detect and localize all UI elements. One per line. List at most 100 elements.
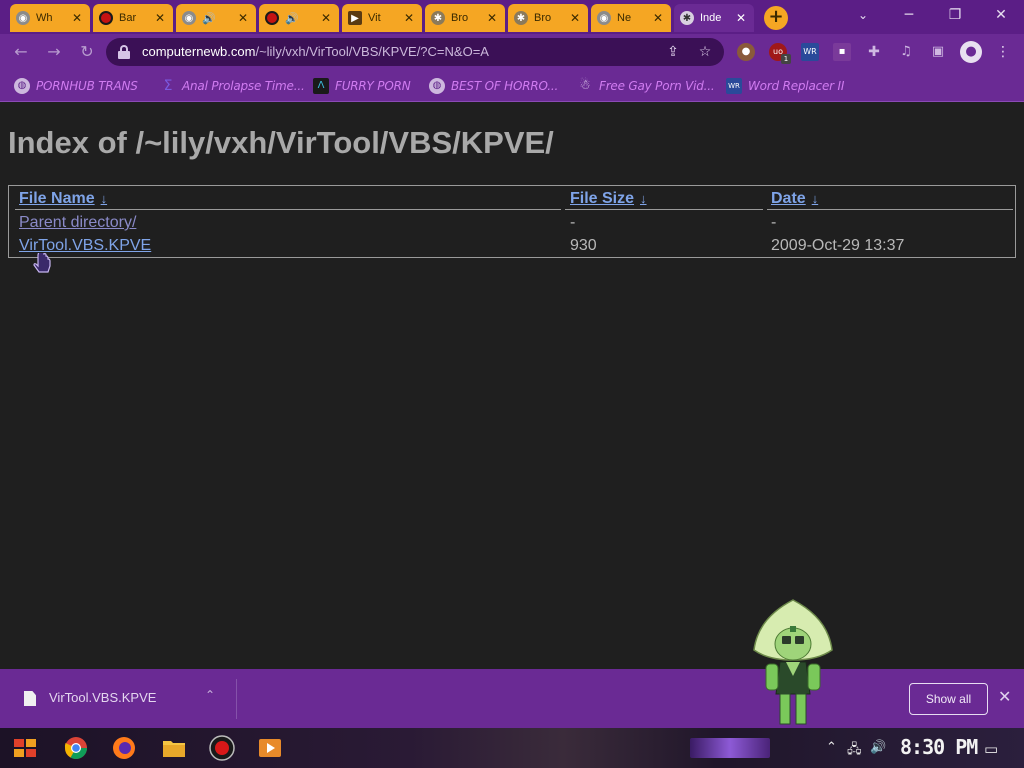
back-button[interactable]: ← xyxy=(10,41,32,63)
avatar-extension-icon[interactable]: ● xyxy=(737,43,755,61)
extension-icon[interactable]: ▪ xyxy=(833,43,851,61)
tab-7[interactable]: ✱ Bro ✕ xyxy=(508,4,588,32)
sort-arrow-icon: ↓ xyxy=(100,191,108,206)
bookmark-label: Anal Prolapse Time... xyxy=(182,79,305,93)
word-replacer-icon[interactable]: WR xyxy=(801,43,819,61)
reload-button[interactable]: ↻ xyxy=(76,41,98,63)
record-icon xyxy=(265,11,279,25)
play-icon: ▶ xyxy=(348,11,362,25)
close-icon[interactable]: ✕ xyxy=(319,11,333,25)
column-header-size[interactable]: File Size ↓ xyxy=(570,190,647,208)
globe-icon: ◍ xyxy=(429,78,445,94)
header-divider xyxy=(15,209,561,210)
bookmark-star-icon[interactable]: ☆ xyxy=(696,43,714,61)
tab-6[interactable]: ✱ Bro ✕ xyxy=(425,4,505,32)
browser-toolbar: ← → ↻ computernewb.com/~lily/vxh/VirTool… xyxy=(0,34,1024,70)
lock-icon[interactable] xyxy=(118,45,130,59)
restore-button[interactable]: ❐ xyxy=(932,4,978,26)
bookmark-label: Free Gay Porn Vid... xyxy=(599,79,715,93)
tab-title: Bro xyxy=(534,12,552,24)
chevron-up-icon[interactable]: ⌃ xyxy=(826,740,837,755)
close-icon[interactable]: ✕ xyxy=(568,11,582,25)
bookmark-label: PORNHUB TRANS xyxy=(36,79,138,93)
tab-title: Bar xyxy=(119,12,137,24)
forward-button[interactable]: → xyxy=(43,41,65,63)
close-icon[interactable]: ✕ xyxy=(70,11,84,25)
file-date-cell: 2009-Oct-29 13:37 xyxy=(771,237,905,254)
side-panel-icon[interactable]: ▣ xyxy=(929,43,947,61)
media-player-taskbar-icon[interactable] xyxy=(256,734,284,762)
record-icon xyxy=(99,11,113,25)
share-icon[interactable]: ⇪ xyxy=(664,43,682,61)
tab-3[interactable]: ◉ 🔊 ✕ xyxy=(176,4,256,32)
tab-title: Inde xyxy=(700,12,722,24)
column-header-name[interactable]: File Name ↓ xyxy=(19,190,107,208)
extension-badge: 1 xyxy=(781,54,791,64)
column-header-date[interactable]: Date ↓ xyxy=(771,190,818,208)
bookmark-1[interactable]: ◍ PORNHUB TRANS xyxy=(14,78,138,94)
media-control-icon[interactable]: ♫ xyxy=(897,43,915,61)
close-icon[interactable]: ✕ xyxy=(153,11,167,25)
minimize-button[interactable]: ─ xyxy=(886,4,932,26)
bookmark-6[interactable]: WR Word Replacer II xyxy=(726,78,844,94)
file-size-cell: - xyxy=(570,214,576,231)
download-item[interactable]: VirTool.VBS.KPVE xyxy=(49,690,156,705)
column-size-label: File Size xyxy=(570,190,635,207)
close-icon[interactable]: ✕ xyxy=(236,11,250,25)
profile-icon[interactable]: ● xyxy=(960,41,982,63)
hand-cursor-icon xyxy=(33,253,51,273)
sort-arrow-icon: ↓ xyxy=(640,191,647,206)
tab-1[interactable]: ◉ Wh ✕ xyxy=(10,4,90,32)
file-link-parent[interactable]: Parent directory/ xyxy=(19,214,136,232)
url-text[interactable]: computernewb.com/~lily/vxh/VirTool/VBS/K… xyxy=(142,44,489,59)
chrome-icon: ◉ xyxy=(16,11,30,25)
bookmarks-bar: ◍ PORNHUB TRANS Σ Anal Prolapse Time... … xyxy=(0,70,1024,102)
column-date-label: Date xyxy=(771,190,806,207)
divider xyxy=(236,679,237,719)
bookmark-5[interactable]: ☃ Free Gay Porn Vid... xyxy=(577,78,715,94)
close-icon[interactable]: ✕ xyxy=(485,11,499,25)
alien-icon: ✱ xyxy=(431,11,445,25)
clock[interactable]: 8:30 PM xyxy=(900,735,978,759)
bookmark-4[interactable]: ◍ BEST OF HORRO... xyxy=(429,78,558,94)
tab-search-icon[interactable]: ⌄ xyxy=(840,4,886,26)
tab-4[interactable]: 🔊 ✕ xyxy=(259,4,339,32)
tab-5[interactable]: ▶ Vit ✕ xyxy=(342,4,422,32)
speaker-icon[interactable]: 🔊 xyxy=(202,12,230,25)
bookmark-2[interactable]: Σ Anal Prolapse Time... xyxy=(160,78,305,94)
bookmark-label: Word Replacer II xyxy=(748,79,845,93)
tab-active[interactable]: ✱ Inde ✕ xyxy=(674,4,754,32)
puzzle-icon[interactable]: ✚ xyxy=(865,43,883,61)
bookmark-3[interactable]: Λ FURRY PORN xyxy=(313,78,411,94)
windows-logo-icon xyxy=(14,739,36,757)
close-icon[interactable]: ✕ xyxy=(734,11,748,25)
chrome-taskbar-icon[interactable] xyxy=(62,734,90,762)
chevron-up-icon[interactable]: ⌃ xyxy=(205,688,215,702)
speaker-icon[interactable]: 🔊 xyxy=(285,12,313,25)
address-bar[interactable]: computernewb.com/~lily/vxh/VirTool/VBS/K… xyxy=(106,38,724,66)
tab-2[interactable]: Bar ✕ xyxy=(93,4,173,32)
record-icon xyxy=(209,735,235,761)
header-divider xyxy=(565,209,763,210)
url-path: /~lily/vxh/VirTool/VBS/KPVE/?C=N&O=A xyxy=(255,44,489,59)
character-sticker xyxy=(753,599,833,725)
close-window-button[interactable]: ✕ xyxy=(978,4,1024,26)
download-bar: VirTool.VBS.KPVE ⌃ Show all ✕ xyxy=(0,669,1024,728)
start-button[interactable] xyxy=(10,734,40,762)
close-icon[interactable]: ✕ xyxy=(998,687,1011,706)
notifications-icon[interactable]: ▭ xyxy=(984,740,998,758)
show-all-button[interactable]: Show all xyxy=(909,683,988,715)
alien-icon: ✱ xyxy=(514,11,528,25)
new-tab-button[interactable]: + xyxy=(764,6,788,30)
menu-icon[interactable]: ⋮ xyxy=(994,43,1012,61)
taskbar: ⌃ 🖧 🔊 8:30 PM ▭ xyxy=(0,728,1024,768)
tab-8[interactable]: ◉ Ne ✕ xyxy=(591,4,671,32)
close-icon[interactable]: ✕ xyxy=(651,11,665,25)
recorder-taskbar-icon[interactable] xyxy=(208,734,236,762)
network-icon[interactable]: 🖧 xyxy=(847,740,862,762)
sigma-icon: Σ xyxy=(163,78,173,94)
firefox-taskbar-icon[interactable] xyxy=(110,734,138,762)
close-icon[interactable]: ✕ xyxy=(402,11,416,25)
volume-icon[interactable]: 🔊 xyxy=(870,740,886,755)
file-explorer-taskbar-icon[interactable] xyxy=(160,734,188,762)
